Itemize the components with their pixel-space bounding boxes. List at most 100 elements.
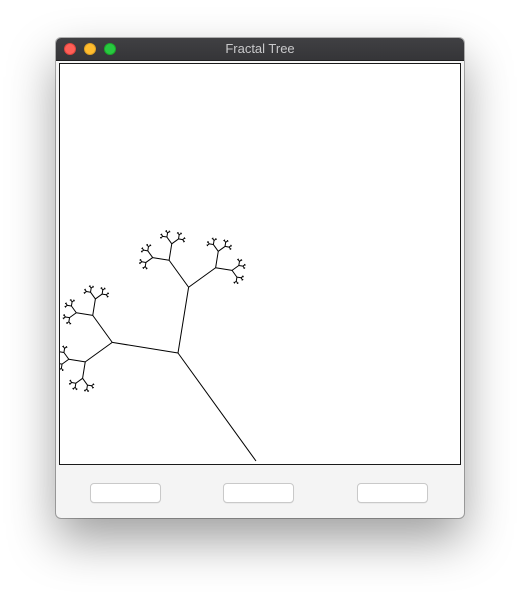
- tree-branch: [91, 385, 94, 388]
- tree-branch: [177, 287, 190, 354]
- app-window: Fractal Tree: [56, 38, 464, 518]
- tree-branch: [73, 386, 76, 389]
- tree-branch: [238, 261, 240, 266]
- tree-branch: [212, 240, 215, 245]
- tree-branch: [166, 236, 173, 245]
- tree-branch: [231, 270, 238, 278]
- tree-branch: [84, 289, 87, 292]
- tree-branch: [90, 286, 94, 289]
- tree-branch: [101, 289, 104, 295]
- tree-branch: [238, 265, 243, 267]
- tree-branch: [212, 244, 219, 252]
- tree-branch: [82, 361, 86, 379]
- tree-branch: [143, 266, 146, 269]
- tree-branch: [177, 232, 180, 236]
- tree-branch: [242, 265, 245, 269]
- tree-branch: [63, 348, 66, 353]
- tree-branch: [148, 245, 151, 248]
- tree-branch: [147, 246, 149, 251]
- window-title: Fractal Tree: [225, 41, 295, 56]
- control-button-2[interactable]: [223, 483, 294, 503]
- tree-branch: [65, 316, 70, 319]
- tree-branch: [207, 241, 210, 245]
- tree-branch: [178, 233, 182, 236]
- tree-branch: [144, 262, 147, 267]
- drawing-canvas[interactable]: [59, 63, 461, 465]
- tree-branch: [188, 267, 216, 288]
- tree-branch: [224, 245, 230, 248]
- tree-branch: [76, 312, 93, 316]
- tree-branch: [71, 305, 77, 314]
- tree-branch: [86, 385, 88, 390]
- tree-branch: [234, 280, 237, 283]
- tree-branch: [63, 352, 70, 360]
- tree-branch: [87, 384, 92, 387]
- tree-branch: [60, 351, 64, 353]
- tree-branch: [236, 276, 242, 279]
- tree-branch: [84, 388, 88, 391]
- tree-branch: [95, 293, 103, 300]
- tree-branch: [61, 358, 70, 365]
- tree-branch: [60, 363, 63, 365]
- tree-branch: [84, 341, 113, 363]
- tree-branch: [224, 240, 227, 243]
- title-bar[interactable]: Fractal Tree: [56, 38, 464, 61]
- tree-branch: [145, 257, 153, 263]
- tree-branch: [228, 246, 231, 250]
- tree-branch: [67, 304, 72, 307]
- control-button-1[interactable]: [90, 483, 161, 503]
- tree-branch: [239, 259, 242, 262]
- tree-branch: [63, 314, 66, 318]
- tree-branch: [240, 277, 243, 280]
- tree-branch: [71, 300, 75, 303]
- tree-branch: [68, 317, 71, 322]
- tree-branch: [69, 312, 77, 319]
- tree-branch: [162, 235, 167, 238]
- tree-branch: [235, 277, 238, 282]
- tree-branch: [68, 358, 86, 363]
- tree-branch: [141, 261, 146, 263]
- tree-branch: [70, 380, 73, 383]
- tree-branch: [70, 301, 73, 307]
- tree-branch: [74, 383, 77, 388]
- tree-branch: [161, 234, 164, 237]
- tree-branch: [142, 248, 145, 251]
- tree-branch: [217, 246, 226, 252]
- tree-branch: [209, 243, 214, 246]
- tree-branch: [167, 231, 170, 234]
- tree-branch: [224, 242, 227, 247]
- tree-branch: [143, 249, 148, 252]
- tree-branch: [82, 378, 88, 386]
- tree-branch: [64, 346, 67, 349]
- tree-branch: [86, 291, 91, 293]
- fractal-tree-drawing: [60, 230, 257, 462]
- tree-branch: [168, 243, 173, 261]
- tree-branch: [89, 286, 92, 289]
- tree-branch: [66, 321, 70, 324]
- tree-branch: [90, 291, 96, 300]
- tree-branch: [152, 257, 170, 261]
- tree-branch: [60, 367, 62, 370]
- tree-branch: [75, 377, 83, 384]
- tree-branch: [168, 259, 190, 288]
- tree-branch: [102, 293, 107, 296]
- tree-branch: [166, 232, 169, 238]
- tree-branch: [213, 238, 217, 241]
- tree-branch: [71, 382, 76, 384]
- tree-branch: [178, 238, 183, 241]
- tree-branch: [105, 294, 108, 297]
- tree-branch: [140, 259, 143, 263]
- tree-branch: [92, 315, 113, 343]
- tree-branch: [182, 239, 185, 242]
- tree-branch: [147, 250, 154, 258]
- tree-branch: [225, 240, 228, 243]
- tree-branch: [90, 288, 92, 293]
- tree-branch: [215, 267, 233, 271]
- tree-branch: [92, 298, 96, 316]
- tree-branch: [171, 238, 179, 245]
- control-button-3[interactable]: [357, 483, 428, 503]
- tree-branch: [65, 304, 68, 307]
- tree-branch: [242, 264, 245, 267]
- tree-branch: [65, 303, 68, 306]
- tree-branch: [178, 234, 180, 239]
